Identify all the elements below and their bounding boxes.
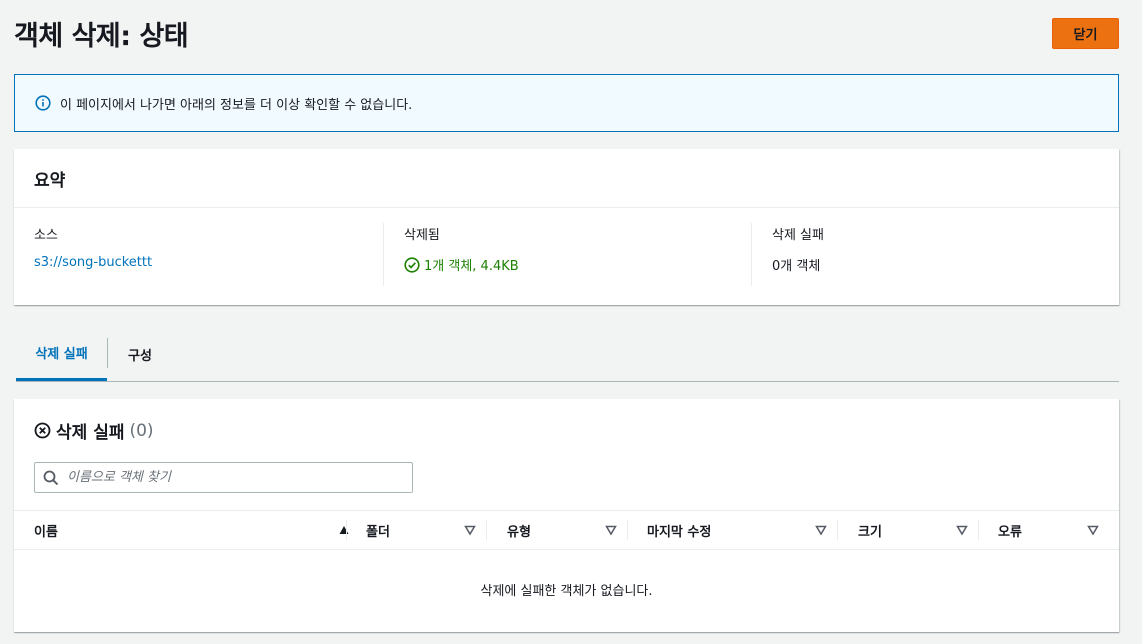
deleted-value: 1개 객체, 4.4KB (424, 259, 519, 274)
info-alert: 이 페이지에서 나가면 아래의 정보를 더 이상 확인할 수 없습니다. (14, 74, 1119, 132)
failed-label: 삭제 실패 (772, 228, 824, 243)
deleted-label: 삭제됨 (404, 228, 440, 243)
tab-divider (107, 338, 108, 368)
failed-value: 0개 객체 (772, 259, 821, 274)
search-icon (43, 470, 59, 486)
column-header-last-modified[interactable]: 마지막 수정 (647, 511, 837, 549)
sort-descending-icon (815, 524, 827, 536)
failed-section-label: 삭제 실패 (56, 423, 125, 443)
source-link[interactable]: s3://song-buckettt (34, 255, 152, 270)
column-error-label: 오류 (998, 524, 1022, 540)
tab-bar: 삭제 실패 구성 (16, 327, 1119, 382)
table-header: 이름 폴더 유형 마지막 수정 크기 오류 (14, 510, 1119, 550)
column-size-label: 크기 (858, 524, 882, 540)
sort-descending-icon (1087, 524, 1099, 536)
close-button[interactable]: 닫기 (1052, 18, 1119, 49)
failed-section-title: 삭제 실패 (0) (34, 418, 154, 443)
column-type-label: 유형 (507, 524, 531, 540)
column-name-label: 이름 (34, 524, 58, 540)
summary-panel: 요약 소스 s3://song-buckettt 삭제됨 1개 객체, 4.4K… (14, 149, 1119, 305)
tab-failed-deletions[interactable]: 삭제 실패 (16, 327, 107, 381)
search-input[interactable] (67, 470, 387, 485)
summary-deleted: 삭제됨 1개 객체, 4.4KB (383, 223, 751, 286)
sort-ascending-icon (338, 524, 350, 536)
info-icon (35, 95, 51, 111)
success-check-icon (404, 256, 420, 273)
error-circle-x-icon (34, 422, 51, 439)
summary-failed: 삭제 실패 0개 객체 (751, 223, 1099, 286)
column-separator (346, 520, 347, 540)
column-header-error[interactable]: 오류 (998, 511, 1109, 549)
summary-source: 소스 s3://song-buckettt (34, 223, 382, 286)
sort-descending-icon (464, 524, 476, 536)
column-separator (837, 520, 838, 540)
page-title: 객체 삭제: 상태 (14, 21, 189, 52)
failed-count: (0) (129, 420, 154, 441)
source-label: 소스 (34, 228, 58, 243)
sort-descending-icon (956, 524, 968, 536)
column-header-folder[interactable]: 폴더 (366, 511, 486, 549)
search-field[interactable] (34, 462, 413, 493)
failed-deletions-panel: 삭제 실패 (0) 이름 폴더 유형 (14, 399, 1119, 632)
column-header-name[interactable]: 이름 (34, 511, 360, 549)
column-separator (978, 520, 979, 540)
info-alert-text: 이 페이지에서 나가면 아래의 정보를 더 이상 확인할 수 없습니다. (60, 97, 413, 113)
summary-title: 요약 (14, 149, 1119, 208)
tab-configuration[interactable]: 구성 (128, 327, 152, 381)
column-separator (486, 520, 487, 540)
column-header-type[interactable]: 유형 (507, 511, 627, 549)
column-separator (627, 520, 628, 540)
sort-descending-icon (605, 524, 617, 536)
column-header-size[interactable]: 크기 (858, 511, 978, 549)
empty-state-message: 삭제에 실패한 객체가 없습니다. (480, 584, 653, 599)
column-last-modified-label: 마지막 수정 (647, 524, 712, 540)
column-folder-label: 폴더 (366, 524, 390, 540)
